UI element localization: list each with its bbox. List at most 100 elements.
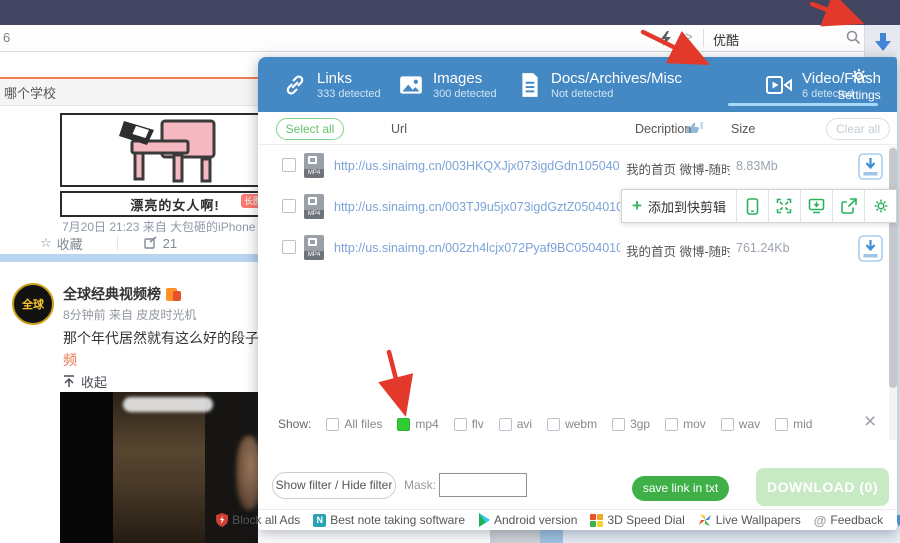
clip-settings-button[interactable] — [864, 190, 896, 222]
shield-icon — [216, 513, 228, 527]
checkbox[interactable] — [547, 418, 560, 431]
row-download-button[interactable] — [858, 235, 883, 262]
download-extension-icon — [874, 32, 892, 52]
checkbox[interactable] — [326, 418, 339, 431]
search-query-text[interactable]: 优酷 — [713, 30, 739, 49]
filter-webm[interactable]: webm — [547, 417, 597, 431]
popup-scrollbar-thumb[interactable] — [889, 148, 897, 388]
add-to-quick-clip-button[interactable]: + 添加到快剪辑 — [622, 190, 736, 222]
row-description: 我的首页 微博-随时... — [626, 159, 730, 178]
row-url-link[interactable]: http://us.sinaimg.cn/003TJ9u5jx073igdGzt… — [334, 200, 620, 214]
comic-caption-panel[interactable]: 漂亮的女人啊! — [60, 191, 258, 217]
popup-action-row: Show filter / Hide filter Mask: save lin… — [258, 467, 897, 509]
fullscreen-button[interactable] — [768, 190, 800, 222]
filter-all-files[interactable]: All files — [326, 417, 382, 431]
filter-flv[interactable]: flv — [454, 417, 484, 431]
row-download-button[interactable] — [858, 153, 883, 180]
avatar[interactable]: 全球 — [12, 283, 54, 325]
post-timestamp: 7月20日 21:23 来自 大包砸的iPhone 6 Plus — [62, 218, 258, 235]
collapse-button[interactable]: 收起 — [63, 372, 107, 391]
filter-mp4[interactable]: mp4 — [397, 417, 438, 431]
filter-avi[interactable]: avi — [499, 417, 532, 431]
repost-button[interactable]: 21 — [144, 236, 177, 251]
clear-all-button[interactable]: Clear all — [826, 118, 890, 140]
filter-3gp[interactable]: 3gp — [612, 417, 650, 431]
filter-mid[interactable]: mid — [775, 417, 812, 431]
checkbox[interactable] — [454, 418, 467, 431]
post-content-link[interactable]: 频 — [63, 350, 77, 370]
footer-link-feedback[interactable]: @ Feedback — [814, 513, 883, 528]
tab-count: 300 detected — [433, 88, 497, 100]
at-icon: @ — [814, 513, 827, 528]
gear-icon — [873, 198, 889, 214]
footer-link-help[interactable]: Help — [896, 513, 900, 527]
row-checkbox[interactable] — [282, 199, 296, 213]
tab-count: Not detected — [551, 88, 682, 100]
thumbs-sort-icon[interactable] — [686, 119, 704, 136]
checkbox-checked[interactable] — [397, 418, 410, 431]
footer-link-live-wallpapers[interactable]: Live Wallpapers — [698, 513, 801, 527]
row-url-link[interactable]: http://us.sinaimg.cn/002zh4lcjx072Pyaf9B… — [334, 241, 620, 255]
table-row: MP4 http://us.sinaimg.cn/003HKQXJjx073ig… — [258, 145, 897, 186]
link-icon — [282, 72, 308, 98]
repost-count: 21 — [163, 236, 177, 251]
footer-link-note-software[interactable]: N Best note taking software — [313, 513, 465, 527]
tab-links[interactable]: Links 333 detected — [282, 57, 381, 112]
page-under-strip-light — [563, 529, 900, 543]
tab-docs-archives-misc[interactable]: Docs/Archives/Misc Not detected — [518, 57, 682, 112]
mp4-file-icon: MP4 — [304, 235, 324, 260]
save-to-device-button[interactable] — [800, 190, 832, 222]
row-checkbox[interactable] — [282, 240, 296, 254]
close-icon[interactable]: × — [864, 412, 876, 432]
page-under-strip-blue — [540, 529, 563, 543]
checkbox[interactable] — [721, 418, 734, 431]
speed-dial-icon — [590, 514, 603, 527]
pink-cartoon-drawing — [62, 115, 258, 185]
downloader-extension-button[interactable] — [864, 25, 900, 58]
post-author[interactable]: 全球经典视频榜 — [63, 284, 177, 304]
repost-icon — [144, 236, 158, 250]
screenshot-canvas: 6 > 优酷 哪个学校 — [0, 0, 900, 543]
lightning-icon[interactable] — [660, 31, 672, 46]
active-tab-underline — [728, 103, 878, 106]
post-meta: 8分钟前 来自 皮皮时光机 — [63, 306, 196, 323]
tab-label: Links — [317, 70, 381, 87]
mask-input[interactable] — [439, 473, 527, 497]
checkbox[interactable] — [499, 418, 512, 431]
chevron-right-icon[interactable]: > — [685, 29, 693, 44]
search-icon[interactable] — [846, 30, 861, 45]
member-badge-icon — [166, 288, 177, 301]
action-divider — [117, 236, 118, 250]
checkbox[interactable] — [775, 418, 788, 431]
window-titlebar — [0, 0, 900, 25]
table-row: MP4 http://us.sinaimg.cn/002zh4lcjx072Py… — [258, 227, 897, 268]
send-to-phone-button[interactable] — [736, 190, 768, 222]
footer-link-android[interactable]: Android version — [478, 513, 577, 527]
popup-tab-bar: Links 333 detected Images 300 detected D… — [258, 57, 897, 112]
long-image-badge: 长图 — [241, 194, 258, 208]
row-checkbox[interactable] — [282, 158, 296, 172]
share-button[interactable] — [832, 190, 864, 222]
tab-images[interactable]: Images 300 detected — [398, 57, 497, 112]
play-icon — [478, 513, 490, 527]
toggle-filter-button[interactable]: Show filter / Hide filter — [272, 472, 396, 499]
popup-footer: Block all Ads N Best note taking softwar… — [258, 509, 897, 530]
save-link-in-txt-button[interactable]: save link in txt — [632, 476, 729, 501]
select-all-button[interactable]: Select all — [276, 118, 344, 140]
tab-count: 333 detected — [317, 88, 381, 100]
downloader-popup: Links 333 detected Images 300 detected D… — [258, 57, 897, 530]
comic-panel-image[interactable] — [60, 113, 258, 187]
row-url-link[interactable]: http://us.sinaimg.cn/003HKQXJjx073igdGdn… — [334, 159, 620, 173]
checkbox[interactable] — [665, 418, 678, 431]
download-button[interactable]: DOWNLOAD (0) — [756, 468, 889, 506]
footer-link-block-ads[interactable]: Block all Ads — [216, 513, 300, 527]
filter-wav[interactable]: wav — [721, 417, 760, 431]
list-header: Select all Url Decription Size Clear all — [258, 112, 897, 145]
expand-arrows-icon — [776, 198, 792, 214]
footer-link-speed-dial[interactable]: 3D Speed Dial — [590, 513, 684, 527]
favorite-button[interactable]: ☆ 收藏 — [40, 234, 83, 253]
file-type-filter-row: Show: All files mp4 flv avi webm 3gp mov… — [278, 414, 858, 434]
checkbox[interactable] — [612, 418, 625, 431]
filter-mov[interactable]: mov — [665, 417, 706, 431]
row-description: 我的首页 微博-随时... — [626, 241, 730, 260]
